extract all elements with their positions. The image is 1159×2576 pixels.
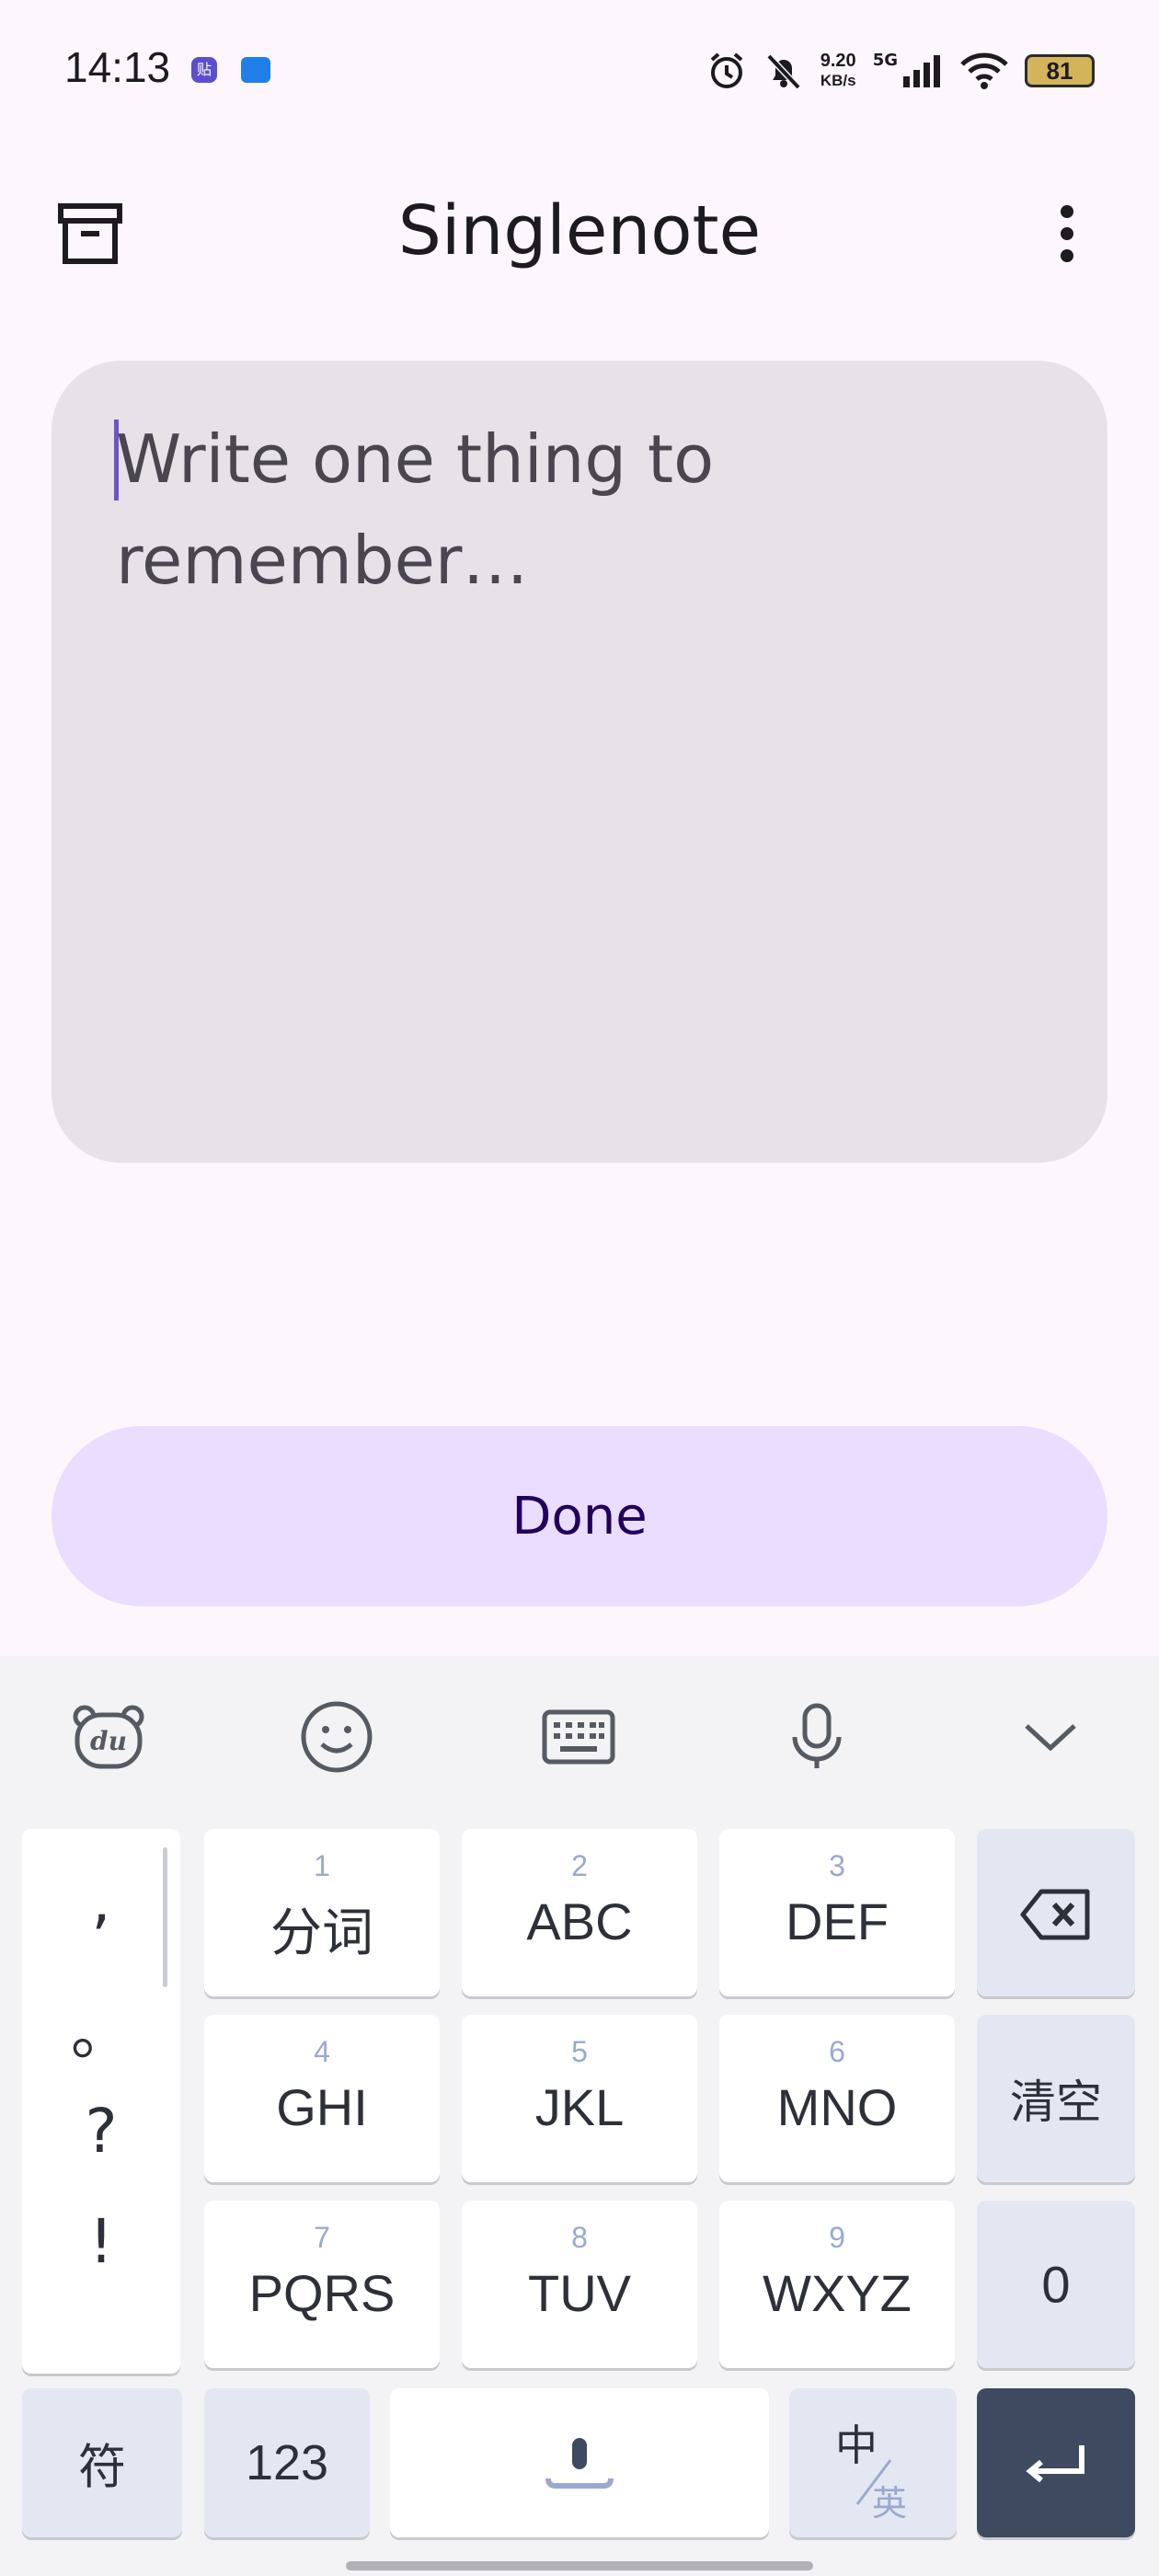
chevron-down-icon <box>1025 1724 1076 1752</box>
app-bar: Singlenote <box>0 175 1159 290</box>
key-7[interactable]: 7 PQRS <box>204 2201 440 2368</box>
net-speed-unit: KB/s <box>820 72 856 89</box>
numbers-key[interactable]: 123 <box>204 2388 370 2537</box>
battery-icon: 81 <box>1025 54 1095 87</box>
enter-icon <box>1026 2445 1084 2483</box>
key-number: 9 <box>829 2221 845 2254</box>
keyboard-icon <box>542 1709 615 1765</box>
key-number: 4 <box>314 2035 330 2068</box>
collapse-keyboard-button[interactable] <box>1014 1700 1087 1774</box>
wifi-icon <box>960 52 1008 89</box>
done-button[interactable]: Done <box>52 1426 1107 1606</box>
emoji-icon <box>301 1701 373 1773</box>
status-bar: 14:13 贴 9.20 KB/s 5G 81 <box>0 0 1159 138</box>
zero-label: 0 <box>1041 2255 1071 2314</box>
alarm-icon <box>710 52 743 88</box>
key-8[interactable]: 8 TUV <box>462 2201 697 2368</box>
note-placeholder: Write one thing to remember… <box>116 420 715 599</box>
symbols-key[interactable]: 符 <box>22 2388 182 2537</box>
baidu-du-icon: du <box>73 1705 144 1769</box>
key-6[interactable]: 6 MNO <box>719 2015 955 2182</box>
key-2[interactable]: 2 ABC <box>462 1829 697 1996</box>
voice-input-button[interactable] <box>780 1700 854 1774</box>
status-icons: 9.20 KB/s 5G 81 <box>706 48 1095 94</box>
numbers-label: 123 <box>245 2435 329 2490</box>
key-number: 6 <box>829 2035 845 2068</box>
key-number: 7 <box>314 2221 330 2254</box>
more-options-button[interactable] <box>1030 197 1104 270</box>
network-type-label: 5G <box>872 50 898 70</box>
punct-question[interactable]: ? <box>22 2096 180 2167</box>
key-9[interactable]: 9 WXYZ <box>719 2201 955 2368</box>
punctuation-list[interactable]: , 。 ? ! <box>22 1829 180 2374</box>
key-label: PQRS <box>248 2264 396 2322</box>
key-3[interactable]: 3 DEF <box>719 1829 955 1996</box>
home-indicator[interactable] <box>346 2561 813 2570</box>
punct-comma[interactable]: , <box>22 1866 180 1937</box>
key-number: 2 <box>571 1849 588 1882</box>
clear-label: 清空 <box>1010 2076 1102 2128</box>
status-time: 14:13 <box>64 43 171 91</box>
svg-text:du: du <box>90 1726 127 1756</box>
key-label: 分词 <box>270 1903 373 1961</box>
key-4[interactable]: 4 GHI <box>204 2015 440 2182</box>
emoji-button[interactable] <box>300 1700 373 1774</box>
net-speed: 9.20 KB/s <box>820 51 856 91</box>
key-label: TUV <box>528 2264 631 2322</box>
space-mic-icon <box>545 2438 614 2489</box>
keyboard-switch-button[interactable] <box>542 1700 615 1774</box>
key-label: ABC <box>526 1892 633 1950</box>
backspace-icon <box>1020 1889 1090 1940</box>
app-title: Singlenote <box>397 191 762 270</box>
lang-secondary-label: 英 <box>872 2485 908 2524</box>
key-label: DEF <box>786 1892 889 1950</box>
punct-exclaim[interactable]: ! <box>22 2206 180 2277</box>
key-number: 8 <box>571 2221 588 2254</box>
key-number: 1 <box>314 1849 330 1882</box>
key-0[interactable]: 0 <box>977 2201 1135 2368</box>
keyboard-toolbar: du <box>0 1656 1159 1817</box>
symbols-label: 符 <box>77 2441 126 2495</box>
key-1[interactable]: 1 分词 <box>204 1829 440 1996</box>
baidu-du-button[interactable]: du <box>72 1700 145 1774</box>
signal-icon <box>903 55 940 87</box>
clear-key[interactable]: 清空 <box>977 2015 1135 2182</box>
more-vert-icon <box>1061 205 1073 262</box>
key-number: 5 <box>571 2035 588 2068</box>
key-number: 3 <box>829 1849 845 1882</box>
key-label: MNO <box>776 2078 898 2136</box>
language-switch-key[interactable]: 中 英 <box>789 2388 957 2537</box>
backspace-key[interactable] <box>977 1829 1135 1996</box>
key-label: WXYZ <box>763 2264 912 2322</box>
key-label: GHI <box>276 2078 368 2136</box>
key-5[interactable]: 5 JKL <box>462 2015 697 2182</box>
space-key[interactable] <box>390 2388 769 2537</box>
net-speed-value: 9.20 <box>820 51 856 71</box>
mute-bell-icon <box>766 53 801 90</box>
mic-icon <box>792 1703 842 1768</box>
app-notification-icon: 贴 <box>191 57 217 83</box>
punct-period[interactable]: 。 <box>22 1984 180 2072</box>
enter-key[interactable] <box>977 2388 1135 2537</box>
key-label: JKL <box>534 2078 625 2136</box>
battery-level: 81 <box>1046 56 1073 85</box>
note-input[interactable]: Write one thing to remember… <box>52 361 1107 1163</box>
message-notification-icon <box>241 57 270 83</box>
